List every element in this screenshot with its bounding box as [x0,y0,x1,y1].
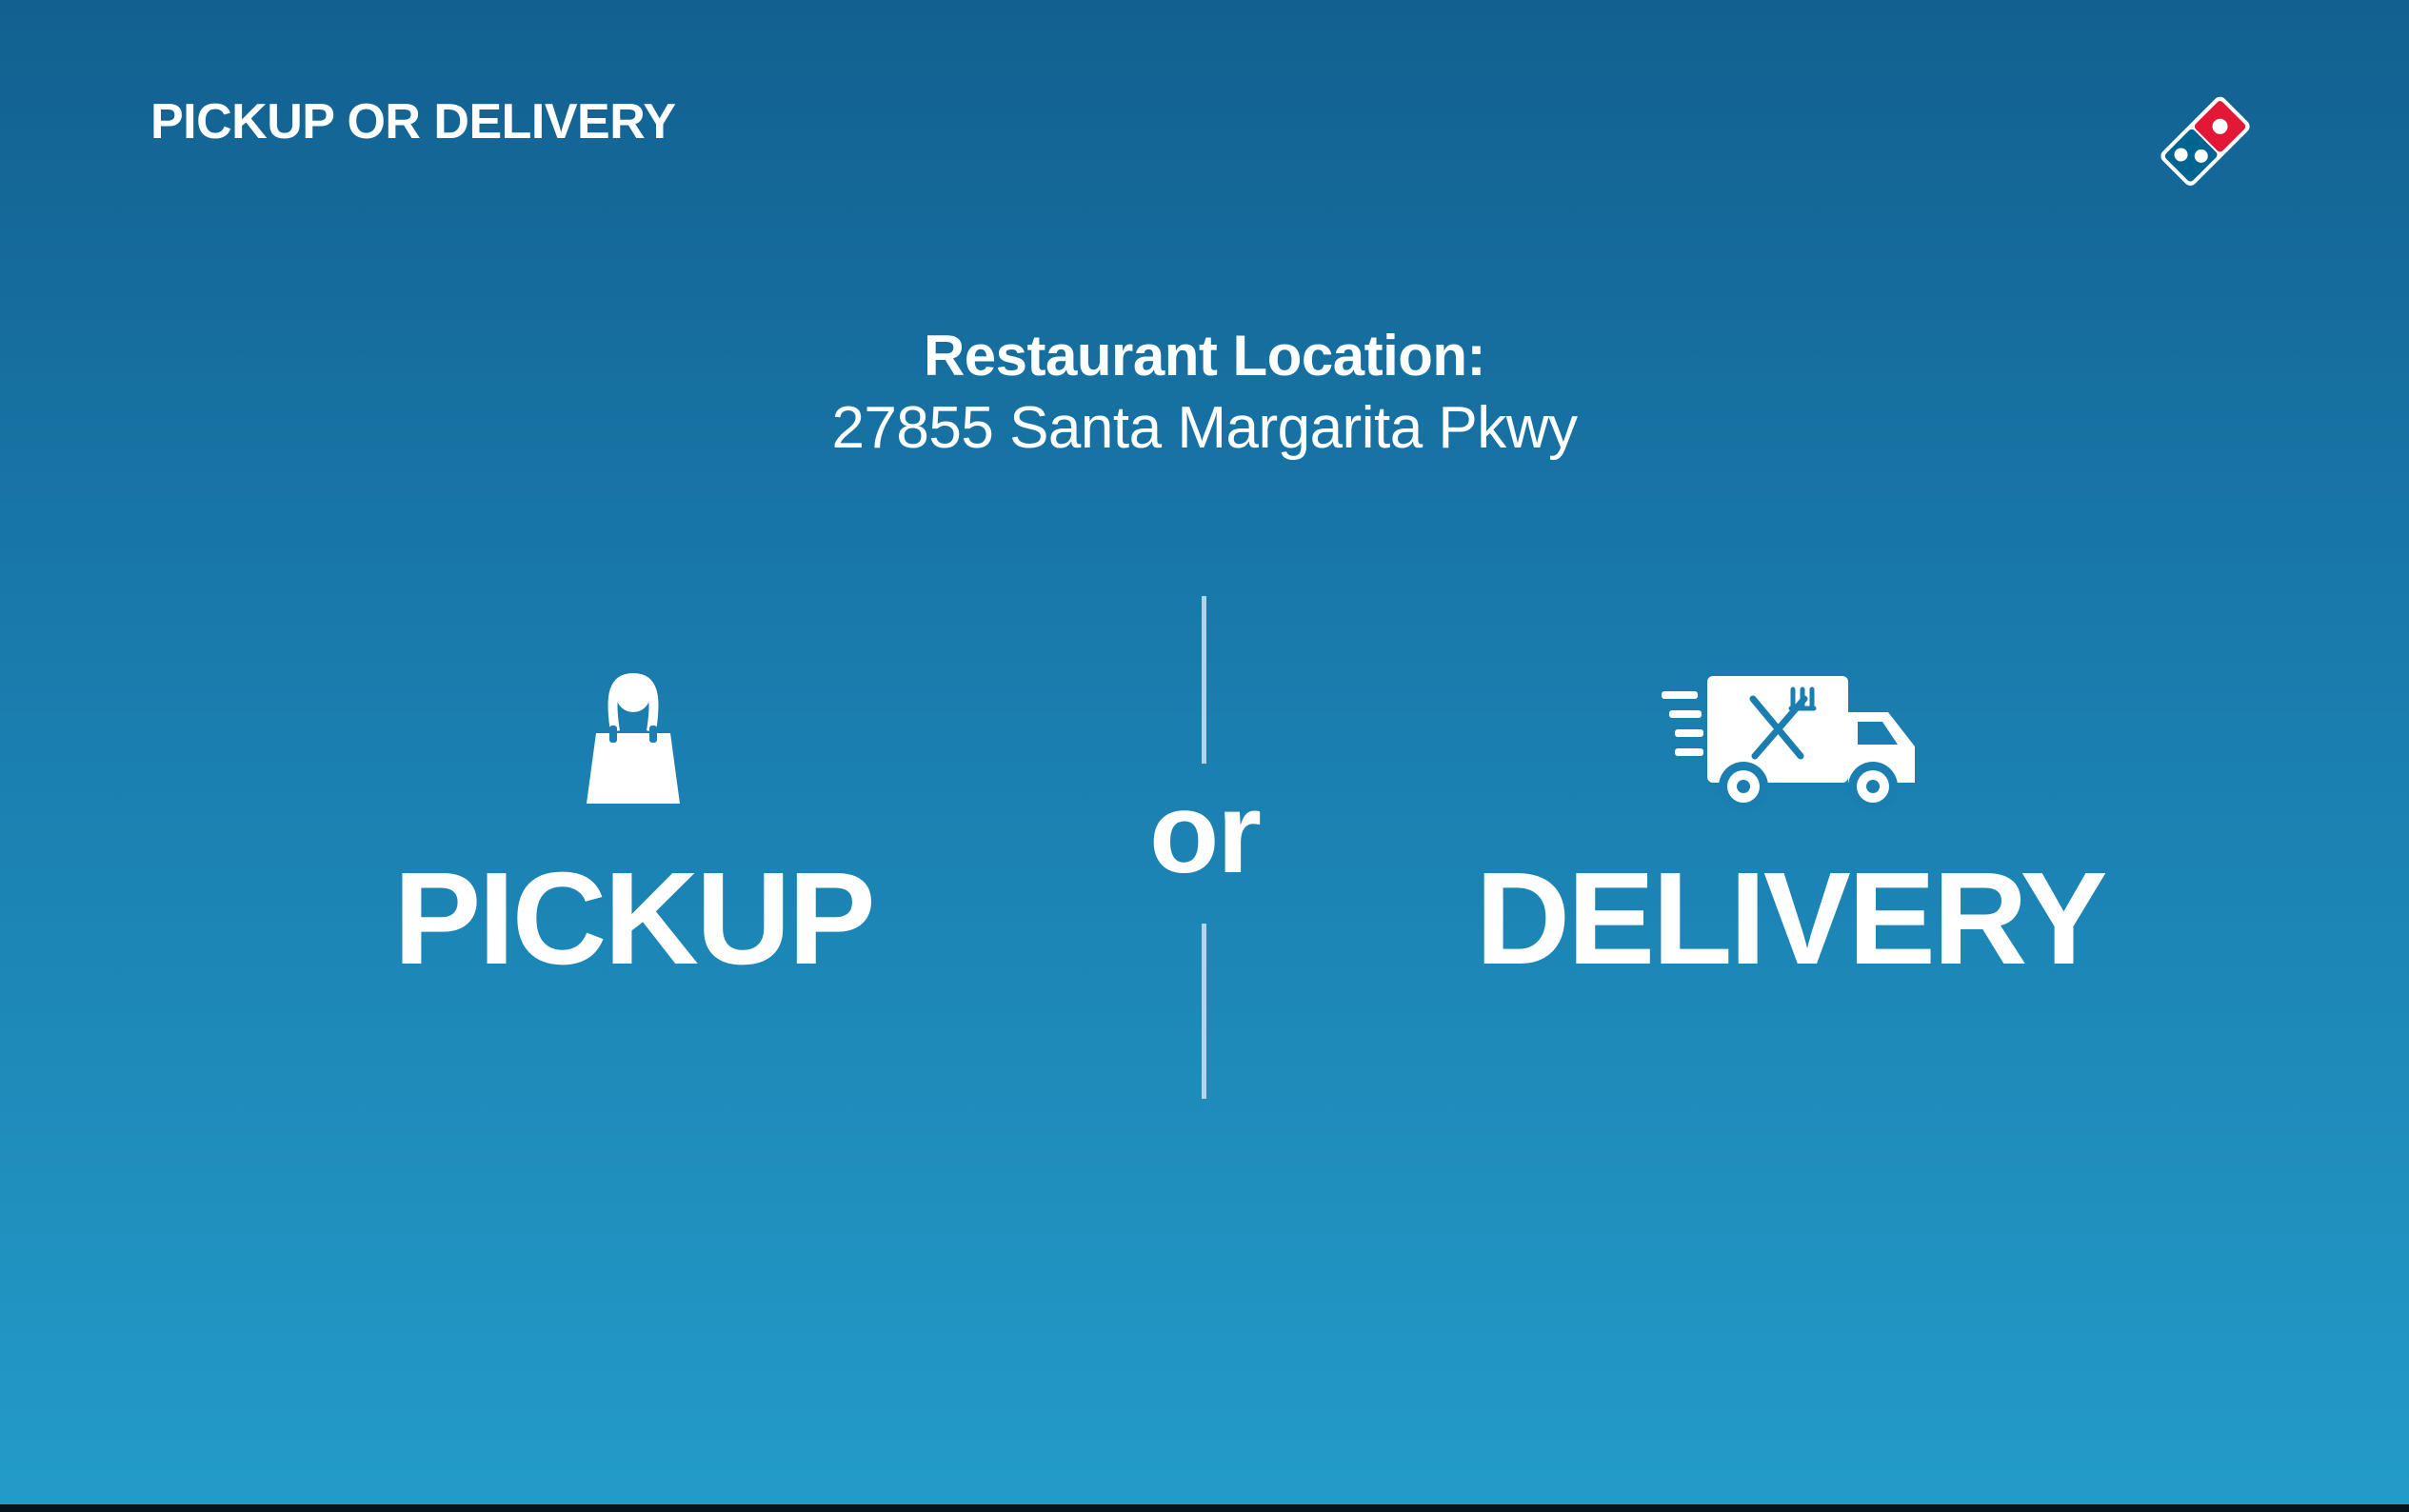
page-title: PICKUP OR DELIVERY [150,94,676,149]
delivery-option-button[interactable]: DELIVERY [1428,666,2152,1009]
dominos-logo-icon [2160,96,2250,186]
delivery-label: DELIVERY [1475,846,2107,992]
restaurant-location: Restaurant Location: 27855 Santa Margari… [0,320,2409,465]
location-address: 27855 Santa Margarita Pkwy [831,395,1578,461]
divider-top [1202,596,1206,764]
bottom-edge-bar [0,1504,2409,1512]
or-separator: or [1149,769,1262,897]
delivery-truck-icon [1662,676,1915,811]
shopping-bag-icon [587,672,680,804]
pickup-label: PICKUP [393,846,875,992]
pickup-option-button[interactable]: PICKUP [271,666,995,1009]
pickup-or-delivery-screen: PICKUP OR DELIVERY Restaurant Location: … [0,0,2409,1504]
location-label: Restaurant Location: [923,324,1486,388]
divider-bottom [1202,924,1206,1099]
